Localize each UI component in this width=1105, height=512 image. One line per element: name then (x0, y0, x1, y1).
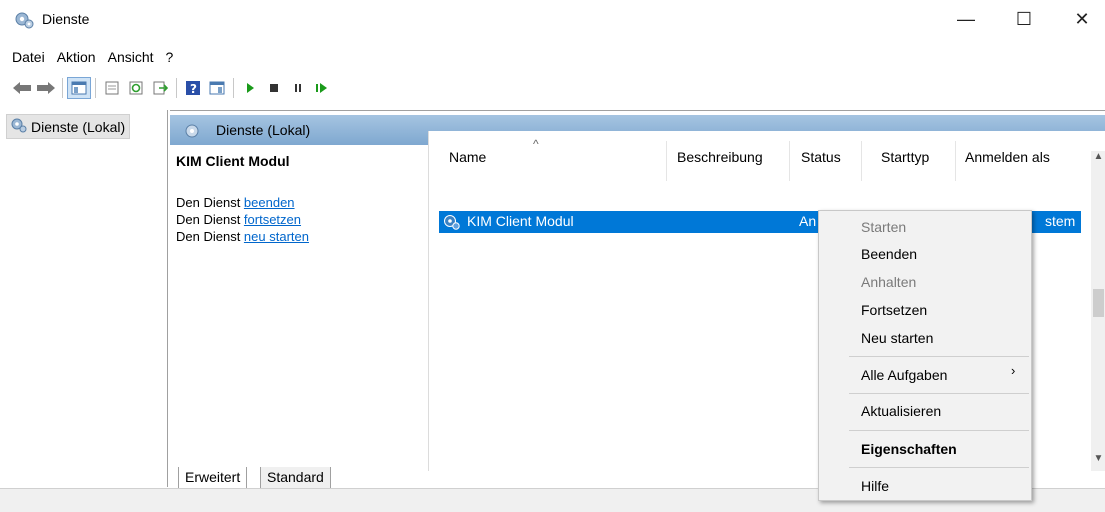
menu-item-aktualisieren[interactable]: Aktualisieren (861, 403, 941, 419)
column-separator (955, 141, 956, 181)
refresh-icon[interactable] (124, 77, 148, 99)
stop-service-link[interactable]: beenden (244, 195, 295, 210)
desc-line-restart: Den Dienst neu starten (176, 229, 309, 244)
row-service-logon: stem (1045, 213, 1076, 229)
menu-item-starten: Starten (861, 219, 907, 235)
menu-item-fortsetzen[interactable]: Fortsetzen (861, 302, 927, 318)
window-title: Dienste (42, 11, 90, 27)
toolbar-separator (95, 78, 96, 98)
menu-bar: Datei Aktion Ansicht ? (6, 46, 179, 68)
minimize-button[interactable]: — (944, 4, 988, 34)
context-menu: Starten Beenden Anhalten Fortsetzen Neu … (818, 210, 1032, 501)
menu-item-beenden[interactable]: Beenden (861, 246, 917, 262)
gears-icon (184, 122, 202, 143)
console-tree: Dienste (Lokal) (0, 110, 168, 487)
back-arrow-icon[interactable] (10, 77, 34, 99)
console-tree-icon[interactable] (67, 77, 91, 99)
toolbar: ? (10, 76, 334, 100)
submenu-arrow-icon: › (1011, 363, 1016, 378)
scrollbar-thumb[interactable] (1093, 289, 1104, 317)
column-header-name[interactable]: Name (449, 149, 486, 165)
menu-ansicht[interactable]: Ansicht (102, 46, 160, 68)
menu-item-anhalten: Anhalten (861, 274, 917, 290)
gears-icon (443, 213, 461, 234)
menu-aktion[interactable]: Aktion (51, 46, 102, 68)
column-header-starttype[interactable]: Starttyp (881, 149, 929, 165)
menu-help[interactable]: ? (160, 46, 180, 68)
properties-icon[interactable] (100, 77, 124, 99)
column-header-status[interactable]: Status (801, 149, 841, 165)
resume-service-icon[interactable] (310, 77, 334, 99)
export-list-icon[interactable] (148, 77, 172, 99)
row-service-name: KIM Client Modul (467, 213, 574, 229)
menu-item-alle-aufgaben[interactable]: Alle Aufgaben (861, 367, 947, 383)
panel-header-title: Dienste (Lokal) (216, 122, 311, 138)
column-separator (789, 141, 790, 181)
column-header-description[interactable]: Beschreibung (677, 149, 763, 165)
menu-datei[interactable]: Datei (6, 46, 51, 68)
gears-icon (14, 10, 34, 30)
menu-separator (849, 393, 1029, 394)
pause-service-icon[interactable] (286, 77, 310, 99)
desc-line-stop: Den Dienst beenden (176, 195, 295, 210)
restart-service-link[interactable]: neu starten (244, 229, 309, 244)
tab-erweitert[interactable]: Erweitert (178, 467, 248, 489)
description-pane: KIM Client Modul Den Dienst beenden Den … (170, 145, 428, 465)
maximize-button[interactable]: ☐ (1002, 4, 1046, 34)
stop-service-icon[interactable] (262, 77, 286, 99)
toolbar-separator (62, 78, 63, 98)
row-service-status: An (799, 213, 817, 229)
close-button[interactable]: ✕ (1060, 4, 1104, 34)
menu-item-hilfe[interactable]: Hilfe (861, 478, 889, 494)
column-separator (666, 141, 667, 181)
menu-separator (849, 467, 1029, 468)
sort-ascending-icon: ^ (533, 137, 539, 151)
start-service-icon[interactable] (238, 77, 262, 99)
help-icon[interactable]: ? (181, 77, 205, 99)
column-separator (861, 141, 862, 181)
tree-item-dienste-lokal[interactable]: Dienste (Lokal) (6, 114, 131, 139)
service-title: KIM Client Modul (176, 153, 290, 169)
menu-separator (849, 356, 1029, 357)
show-hide-action-pane-icon[interactable] (205, 77, 229, 99)
menu-item-eigenschaften[interactable]: Eigenschaften (861, 441, 957, 457)
vertical-scrollbar[interactable]: ▲ ▼ (1091, 151, 1105, 471)
forward-arrow-icon[interactable] (34, 77, 58, 99)
toolbar-separator (233, 78, 234, 98)
menu-separator (849, 430, 1029, 431)
desc-line-resume: Den Dienst fortsetzen (176, 212, 302, 227)
title-bar: Dienste — ☐ ✕ (0, 0, 1105, 40)
tab-standard[interactable]: Standard (260, 467, 331, 489)
menu-item-neu-starten[interactable]: Neu starten (861, 330, 933, 346)
toolbar-separator (176, 78, 177, 98)
scroll-up-icon[interactable]: ▲ (1091, 151, 1105, 169)
column-header-logon[interactable]: Anmelden als (965, 149, 1050, 165)
tree-item-label: Dienste (Lokal) (31, 118, 126, 135)
gears-icon (11, 117, 27, 136)
svg-text:?: ? (190, 82, 197, 96)
resume-service-link[interactable]: fortsetzen (244, 212, 301, 227)
